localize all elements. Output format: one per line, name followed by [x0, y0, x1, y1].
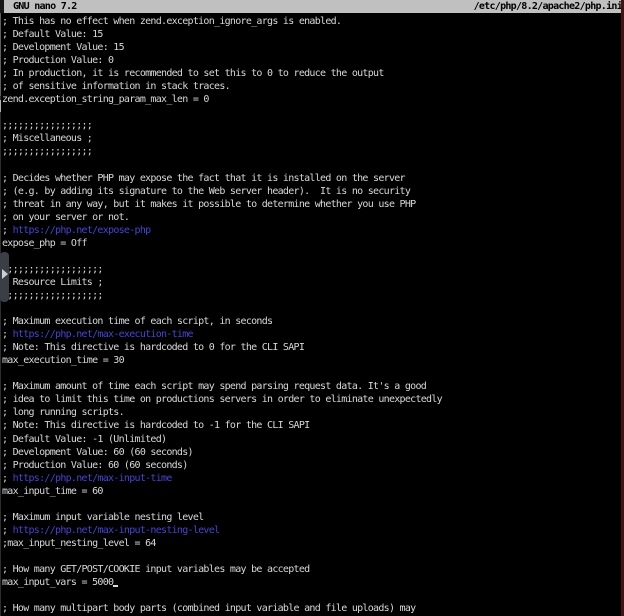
editor-line[interactable]: ; https://php.net/max-input-time	[0, 472, 624, 485]
text-segment: ; This has no effect when zend.exception…	[2, 16, 341, 27]
editor-body[interactable]: ; This has no effect when zend.exception…	[0, 13, 624, 616]
editor-line[interactable]	[0, 250, 624, 263]
text-segment: ; How many multipart body parts (combine…	[2, 603, 415, 614]
editor-line[interactable]	[0, 367, 624, 380]
editor-line[interactable]: ; Miscellaneous ;	[0, 132, 624, 145]
editor-line[interactable]: ; Default Value: -1 (Unlimited)	[0, 433, 624, 446]
app-title: GNU nano 7.2	[0, 0, 77, 13]
text-segment: ;	[2, 329, 13, 340]
text-segment: ; Production Value: 0	[2, 55, 113, 66]
editor-line[interactable]: ; Development Value: 60 (60 seconds)	[0, 446, 624, 459]
text-segment: max_input_vars = 5000	[2, 577, 113, 588]
text-segment: ; (e.g. by adding its signature to the W…	[2, 186, 410, 197]
editor-line[interactable]: ; Note: This directive is hardcoded to -…	[0, 419, 624, 432]
text-segment: ; long running scripts.	[2, 407, 124, 418]
editor-line[interactable]: ; Development Value: 15	[0, 41, 624, 54]
text-segment: ;;;;;;;;;;;;;;;;;	[2, 146, 92, 157]
editor-line[interactable]: ; Maximum input variable nesting level	[0, 511, 624, 524]
left-edge-tick	[0, 100, 1, 112]
editor-line[interactable]: ; Production Value: 0	[0, 54, 624, 67]
text-cursor	[113, 585, 118, 587]
editor-line[interactable]: ; long running scripts.	[0, 406, 624, 419]
text-segment: ; Miscellaneous ;	[2, 133, 92, 144]
text-segment: expose_php = Off	[2, 238, 87, 249]
editor-line[interactable]: ;;;;;;;;;;;;;;;;;;;	[0, 263, 624, 276]
url-link[interactable]: https://php.net/max-input-nesting-level	[13, 525, 220, 536]
scrollbar-thumb[interactable]	[0, 252, 9, 302]
editor-line[interactable]: ; Decides whether PHP may expose the fac…	[0, 172, 624, 185]
text-segment: ; In production, it is recommended to se…	[2, 68, 384, 79]
editor-line[interactable]: ; threat in any way, but it makes it pos…	[0, 198, 624, 211]
editor-line[interactable]: ; In production, it is recommended to se…	[0, 67, 624, 80]
text-segment: zend.exception_string_param_max_len = 0	[2, 94, 209, 105]
url-link[interactable]: https://php.net/expose-php	[13, 225, 151, 236]
editor-line[interactable]: ;;;;;;;;;;;;;;;;;	[0, 119, 624, 132]
text-segment: max_input_time = 60	[2, 486, 103, 497]
editor-line[interactable]: max_input_vars = 5000	[0, 576, 624, 589]
text-segment: ; Development Value: 15	[2, 42, 124, 53]
editor-line[interactable]: ;max_input_nesting_level = 64	[0, 537, 624, 550]
text-segment: ;;;;;;;;;;;;;;;;;;;	[2, 264, 103, 275]
editor-line[interactable]: ; on your server or not.	[0, 211, 624, 224]
text-segment: ;	[2, 525, 13, 536]
editor-line[interactable]	[0, 589, 624, 602]
text-segment: max_execution_time = 30	[2, 355, 124, 366]
text-segment: ;;;;;;;;;;;;;;;;;;;	[2, 290, 103, 301]
editor-line[interactable]: ; Default Value: 15	[0, 28, 624, 41]
editor-line[interactable]: ; Maximum execution time of each script,…	[0, 315, 624, 328]
editor-line[interactable]: zend.exception_string_param_max_len = 0	[0, 93, 624, 106]
text-segment: ; Maximum execution time of each script,…	[2, 316, 272, 327]
terminal-screen: GNU nano 7.2 /etc/php/8.2/apache2/php.in…	[0, 0, 624, 616]
text-segment: ; Note: This directive is hardcoded to -…	[2, 420, 309, 431]
editor-line[interactable]: ;;;;;;;;;;;;;;;;;;;	[0, 289, 624, 302]
editor-line[interactable]	[0, 498, 624, 511]
editor-line[interactable]: ; Maximum amount of time each script may…	[0, 380, 624, 393]
editor-line[interactable]: ; (e.g. by adding its signature to the W…	[0, 185, 624, 198]
text-segment: ; Default Value: 15	[2, 29, 103, 40]
editor-line[interactable]: ; This has no effect when zend.exception…	[0, 15, 624, 28]
titlebar-left-notch	[0, 0, 4, 13]
editor-line[interactable]: max_input_time = 60	[0, 485, 624, 498]
editor-line[interactable]: ; https://php.net/max-input-nesting-leve…	[0, 524, 624, 537]
file-path: /etc/php/8.2/apache2/php.ini	[474, 0, 624, 13]
editor-line[interactable]: ; How many multipart body parts (combine…	[0, 602, 624, 615]
editor-line[interactable]	[0, 106, 624, 119]
text-segment: ; Maximum input variable nesting level	[2, 512, 203, 523]
editor-line[interactable]: ; https://php.net/max-execution-time	[0, 328, 624, 341]
text-segment: ; Default Value: -1 (Unlimited)	[2, 434, 166, 445]
editor-line[interactable]: ;;;;;;;;;;;;;;;;;	[0, 145, 624, 158]
editor-line[interactable]: expose_php = Off	[0, 237, 624, 250]
editor-line[interactable]: ; of sensitive information in stack trac…	[0, 80, 624, 93]
text-segment: ; Production Value: 60 (60 seconds)	[2, 460, 188, 471]
url-link[interactable]: https://php.net/max-input-time	[13, 473, 172, 484]
text-segment: ; Development Value: 60 (60 seconds)	[2, 447, 193, 458]
text-segment: ; How many GET/POST/COOKIE input variabl…	[2, 564, 309, 575]
text-segment: ; Note: This directive is hardcoded to 0…	[2, 342, 304, 353]
editor-line[interactable]: ; How many GET/POST/COOKIE input variabl…	[0, 563, 624, 576]
editor-line[interactable]	[0, 159, 624, 172]
left-edge-highlight	[0, 13, 1, 96]
text-segment: ; idea to limit this time on productions…	[2, 394, 442, 405]
triangle-right-icon	[2, 269, 8, 279]
editor-line[interactable]: ; Resource Limits ;	[0, 276, 624, 289]
text-segment: ; of sensitive information in stack trac…	[2, 81, 230, 92]
editor-line[interactable]: ; idea to limit this time on productions…	[0, 393, 624, 406]
url-link[interactable]: https://php.net/max-execution-time	[13, 329, 193, 340]
editor-line[interactable]	[0, 550, 624, 563]
text-segment: ; Decides whether PHP may expose the fac…	[2, 173, 405, 184]
nano-titlebar: GNU nano 7.2 /etc/php/8.2/apache2/php.in…	[0, 0, 624, 13]
editor-line[interactable]: ; Note: This directive is hardcoded to 0…	[0, 341, 624, 354]
text-segment: ; on your server or not.	[2, 212, 129, 223]
text-segment: ;	[2, 225, 13, 236]
editor-line[interactable]: ; Production Value: 60 (60 seconds)	[0, 459, 624, 472]
text-segment: ; threat in any way, but it makes it pos…	[2, 199, 415, 210]
text-segment: ; Resource Limits ;	[2, 277, 103, 288]
editor-line[interactable]	[0, 302, 624, 315]
editor-line[interactable]: max_execution_time = 30	[0, 354, 624, 367]
text-segment: ; Maximum amount of time each script may…	[2, 381, 426, 392]
editor-line[interactable]: ; https://php.net/expose-php	[0, 224, 624, 237]
text-segment: ;	[2, 473, 13, 484]
text-segment: ;;;;;;;;;;;;;;;;;	[2, 120, 92, 131]
text-segment: ;max_input_nesting_level = 64	[2, 538, 156, 549]
